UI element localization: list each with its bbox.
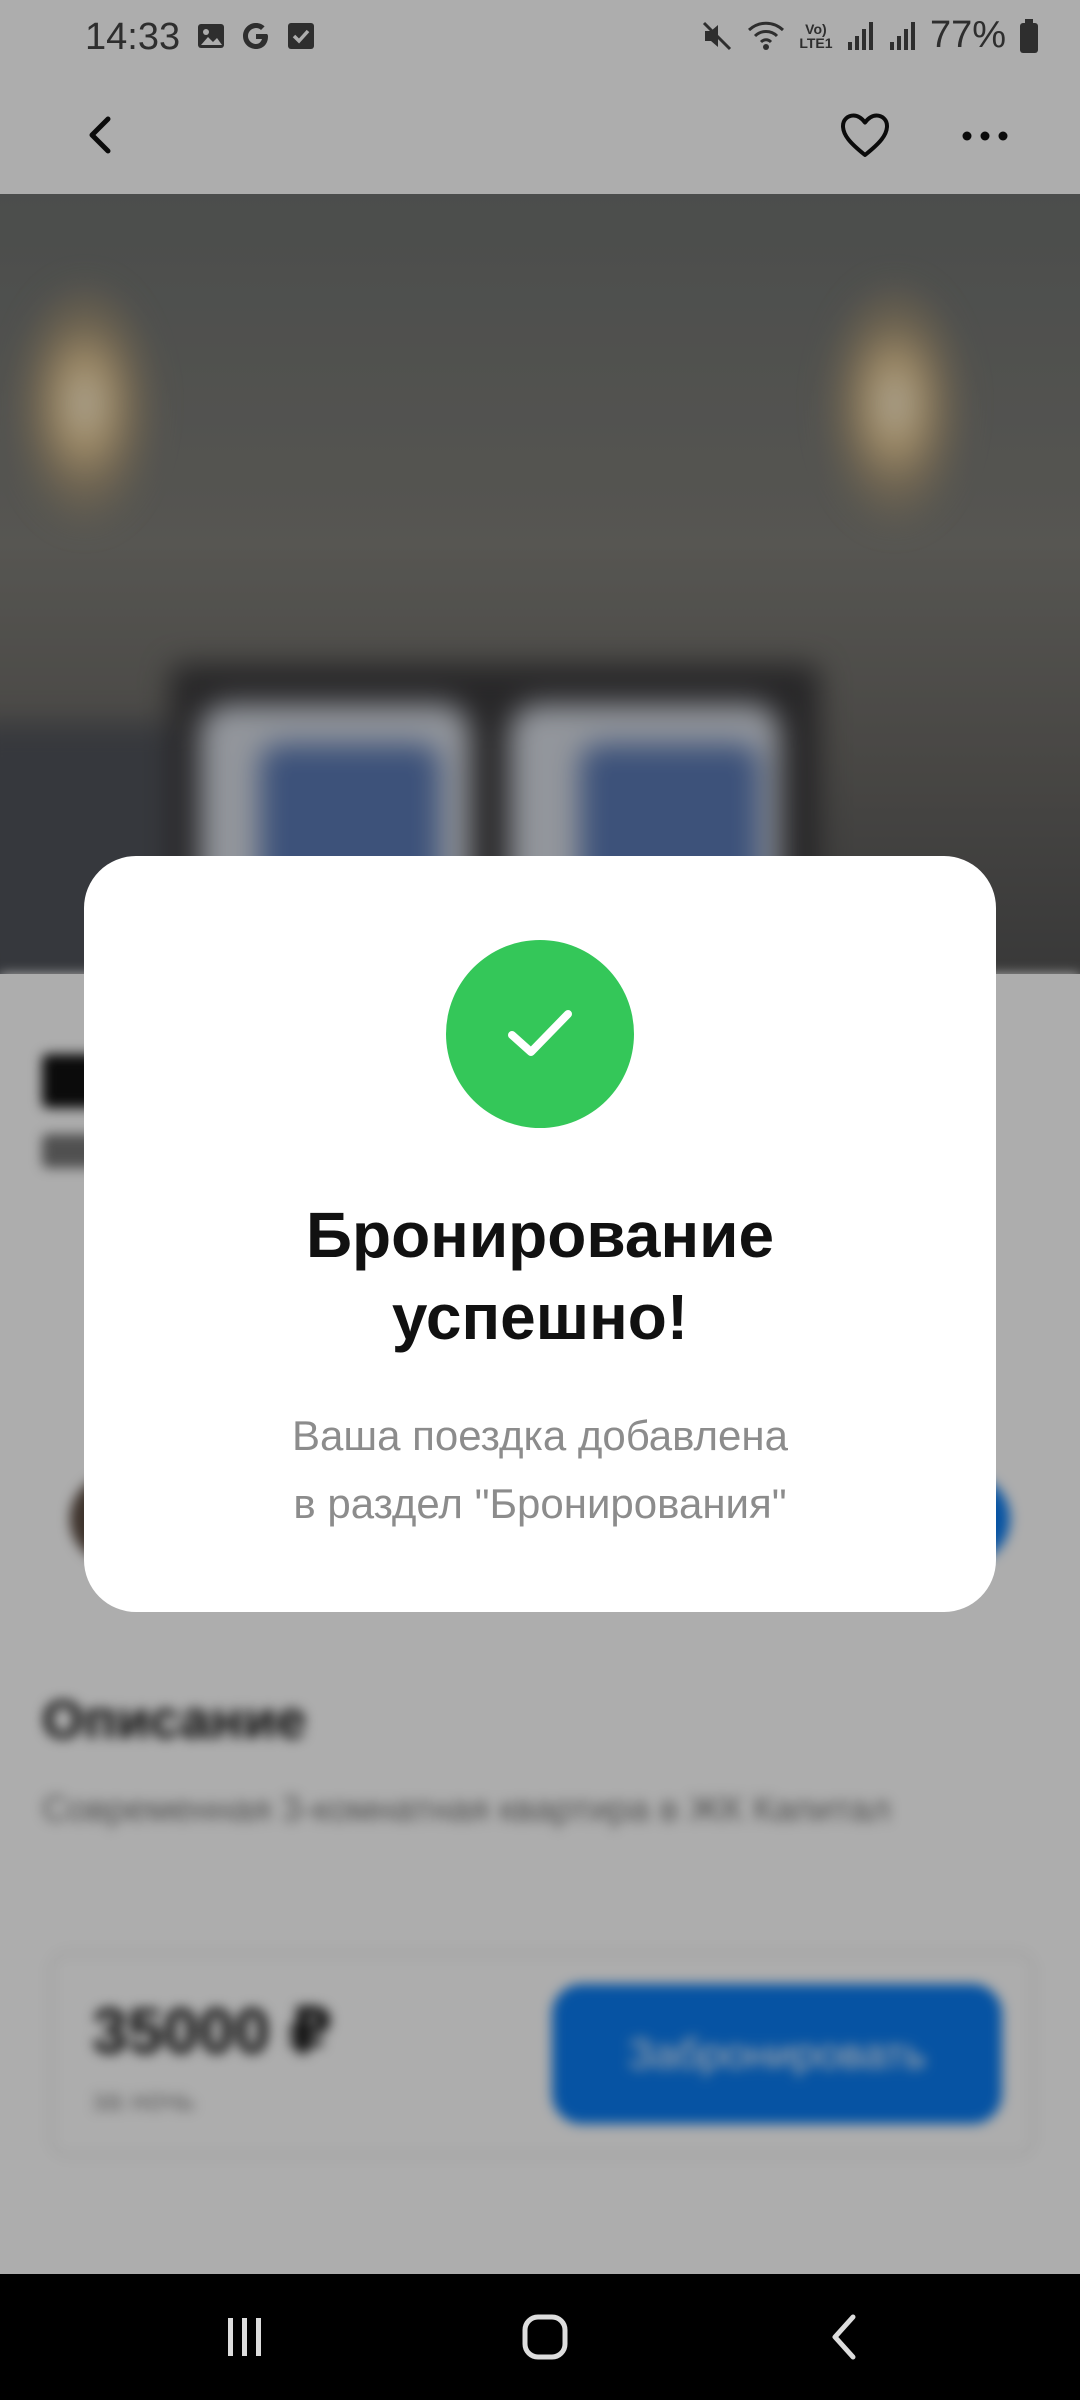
dialog-message: Ваша поездка добавлена в раздел "Брониро… (84, 1402, 996, 1538)
system-back-button[interactable] (790, 2294, 900, 2380)
recents-button[interactable] (190, 2294, 300, 2380)
dialog-message-line2: в раздел "Бронирования" (293, 1480, 787, 1527)
dialog-title-line2: успешно! (391, 1281, 689, 1353)
dialog-title-line1: Бронирование (305, 1199, 775, 1271)
booking-success-dialog: Бронирование успешно! Ваша поездка добав… (84, 856, 996, 1612)
recents-icon (228, 2318, 261, 2356)
check-icon (508, 1010, 572, 1056)
back-icon (832, 2314, 856, 2360)
success-badge (446, 940, 634, 1128)
dialog-message-line1: Ваша поездка добавлена (292, 1412, 788, 1459)
home-button[interactable] (490, 2294, 600, 2380)
home-icon (522, 2314, 568, 2360)
dialog-title: Бронирование успешно! (84, 1194, 996, 1358)
system-navigation-bar (0, 2274, 1080, 2400)
